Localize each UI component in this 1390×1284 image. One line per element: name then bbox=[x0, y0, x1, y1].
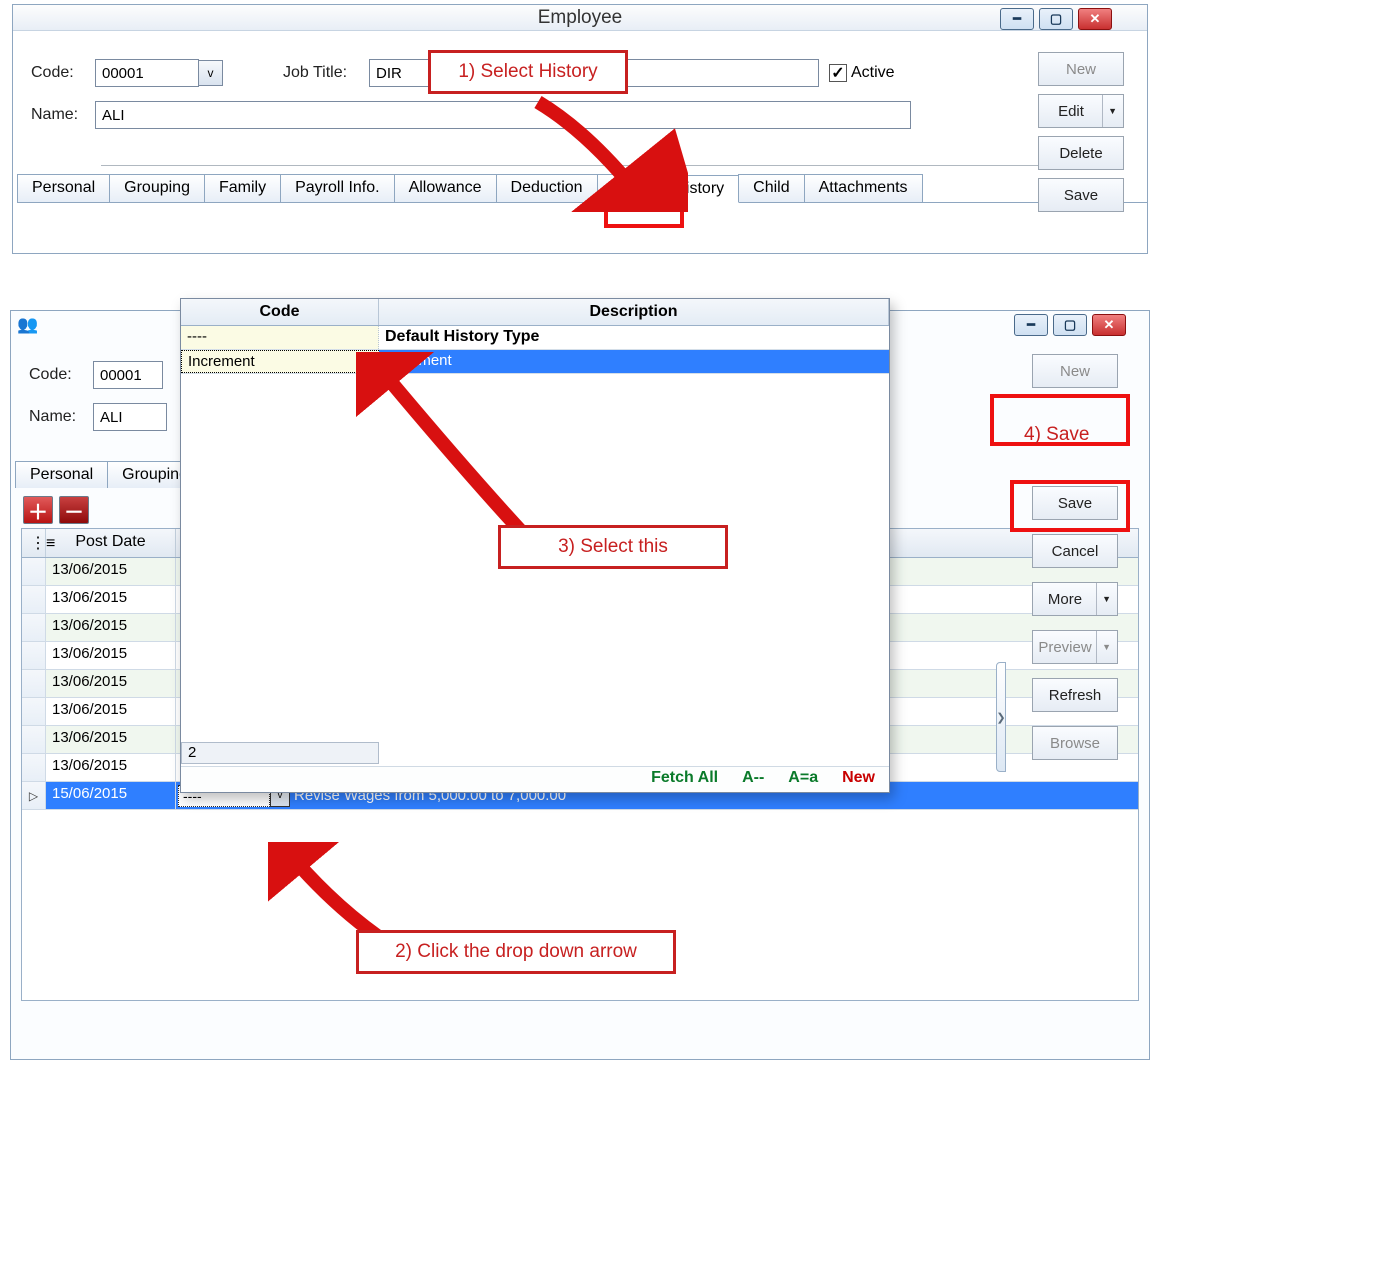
close-button-top[interactable]: ✕ bbox=[1078, 8, 1112, 30]
name2-field[interactable]: ALI bbox=[93, 403, 167, 431]
side-expand-handle[interactable]: ❯ bbox=[996, 662, 1006, 772]
remove-row-button[interactable]: － bbox=[59, 496, 89, 524]
popup-col-desc[interactable]: Description bbox=[379, 299, 889, 325]
preview-button[interactable]: Preview bbox=[1032, 630, 1118, 664]
maximize-button-bottom[interactable]: ▢ bbox=[1053, 314, 1087, 336]
tab-note[interactable]: Note bbox=[597, 174, 661, 202]
new-button[interactable]: New bbox=[1032, 354, 1118, 388]
cancel-button[interactable]: Cancel bbox=[1032, 534, 1118, 568]
label-jobtitle: Job Title: bbox=[283, 64, 361, 82]
tab-deduction[interactable]: Deduction bbox=[496, 174, 598, 202]
tab2-personal[interactable]: Personal bbox=[15, 461, 108, 488]
popup-fetch-all[interactable]: Fetch All bbox=[651, 769, 718, 790]
divider bbox=[101, 165, 1059, 166]
callout-1: 1) Select History bbox=[428, 50, 628, 94]
popup-status: 2 bbox=[181, 742, 379, 764]
maximize-button-top[interactable]: ▢ bbox=[1039, 8, 1073, 30]
browse-button[interactable]: Browse bbox=[1032, 726, 1118, 760]
grid-corner[interactable]: ⋮≡ bbox=[22, 529, 46, 557]
edit-button-top[interactable]: Edit bbox=[1038, 94, 1124, 128]
popup-filter-a[interactable]: A-- bbox=[742, 769, 764, 790]
name-field[interactable]: ALI bbox=[95, 101, 911, 129]
tab-attachments[interactable]: Attachments bbox=[804, 174, 923, 202]
save-button-top[interactable]: Save bbox=[1038, 178, 1124, 212]
popup-col-code[interactable]: Code bbox=[181, 299, 379, 325]
code-field[interactable]: 00001 bbox=[95, 59, 199, 87]
new-button-top[interactable]: New bbox=[1038, 52, 1124, 86]
callout-2: 2) Click the drop down arrow bbox=[356, 930, 676, 974]
window-title: Employee bbox=[13, 5, 1147, 31]
save-button[interactable]: Save bbox=[1032, 486, 1118, 520]
delete-button-top[interactable]: Delete bbox=[1038, 136, 1124, 170]
label-code: Code: bbox=[31, 64, 87, 82]
minimize-button-top[interactable]: ━ bbox=[1000, 8, 1034, 30]
tab-payroll-info[interactable]: Payroll Info. bbox=[280, 174, 394, 202]
label2-code: Code: bbox=[29, 366, 85, 384]
people-icon bbox=[17, 317, 39, 339]
tab-family[interactable]: Family bbox=[204, 174, 281, 202]
checkbox-icon: ✓ bbox=[829, 64, 847, 82]
callout-3: 3) Select this bbox=[498, 525, 728, 569]
active-label: Active bbox=[851, 64, 895, 82]
employee-window-top: Employee Code: 00001 v Job Title: DIR ✓ … bbox=[12, 4, 1148, 254]
tab-bar-top: Personal Grouping Family Payroll Info. A… bbox=[17, 174, 1147, 203]
active-checkbox[interactable]: ✓ Active bbox=[829, 64, 895, 82]
close-button-bottom[interactable]: ✕ bbox=[1092, 314, 1126, 336]
tab-allowance[interactable]: Allowance bbox=[394, 174, 497, 202]
popup-row-increment[interactable]: Increment Increment bbox=[181, 350, 889, 374]
tab-history[interactable]: History bbox=[659, 175, 739, 203]
refresh-button[interactable]: Refresh bbox=[1032, 678, 1118, 712]
tab-grouping[interactable]: Grouping bbox=[109, 174, 205, 202]
callout-4: 4) Save bbox=[1008, 416, 1105, 454]
add-row-button[interactable]: ＋ bbox=[23, 496, 53, 524]
code2-field[interactable]: 00001 bbox=[93, 361, 163, 389]
popup-new[interactable]: New bbox=[842, 769, 875, 790]
tab-personal[interactable]: Personal bbox=[17, 174, 110, 202]
code-dropdown-arrow[interactable]: v bbox=[199, 60, 223, 86]
popup-row-default[interactable]: ---- Default History Type bbox=[181, 326, 889, 350]
tab-child[interactable]: Child bbox=[738, 174, 804, 202]
popup-filter-aa[interactable]: A=a bbox=[788, 769, 818, 790]
more-button[interactable]: More bbox=[1032, 582, 1118, 616]
label2-name: Name: bbox=[29, 408, 85, 426]
minimize-button-bottom[interactable]: ━ bbox=[1014, 314, 1048, 336]
label-name: Name: bbox=[31, 106, 87, 124]
grid-col-postdate[interactable]: Post Date bbox=[46, 529, 176, 557]
